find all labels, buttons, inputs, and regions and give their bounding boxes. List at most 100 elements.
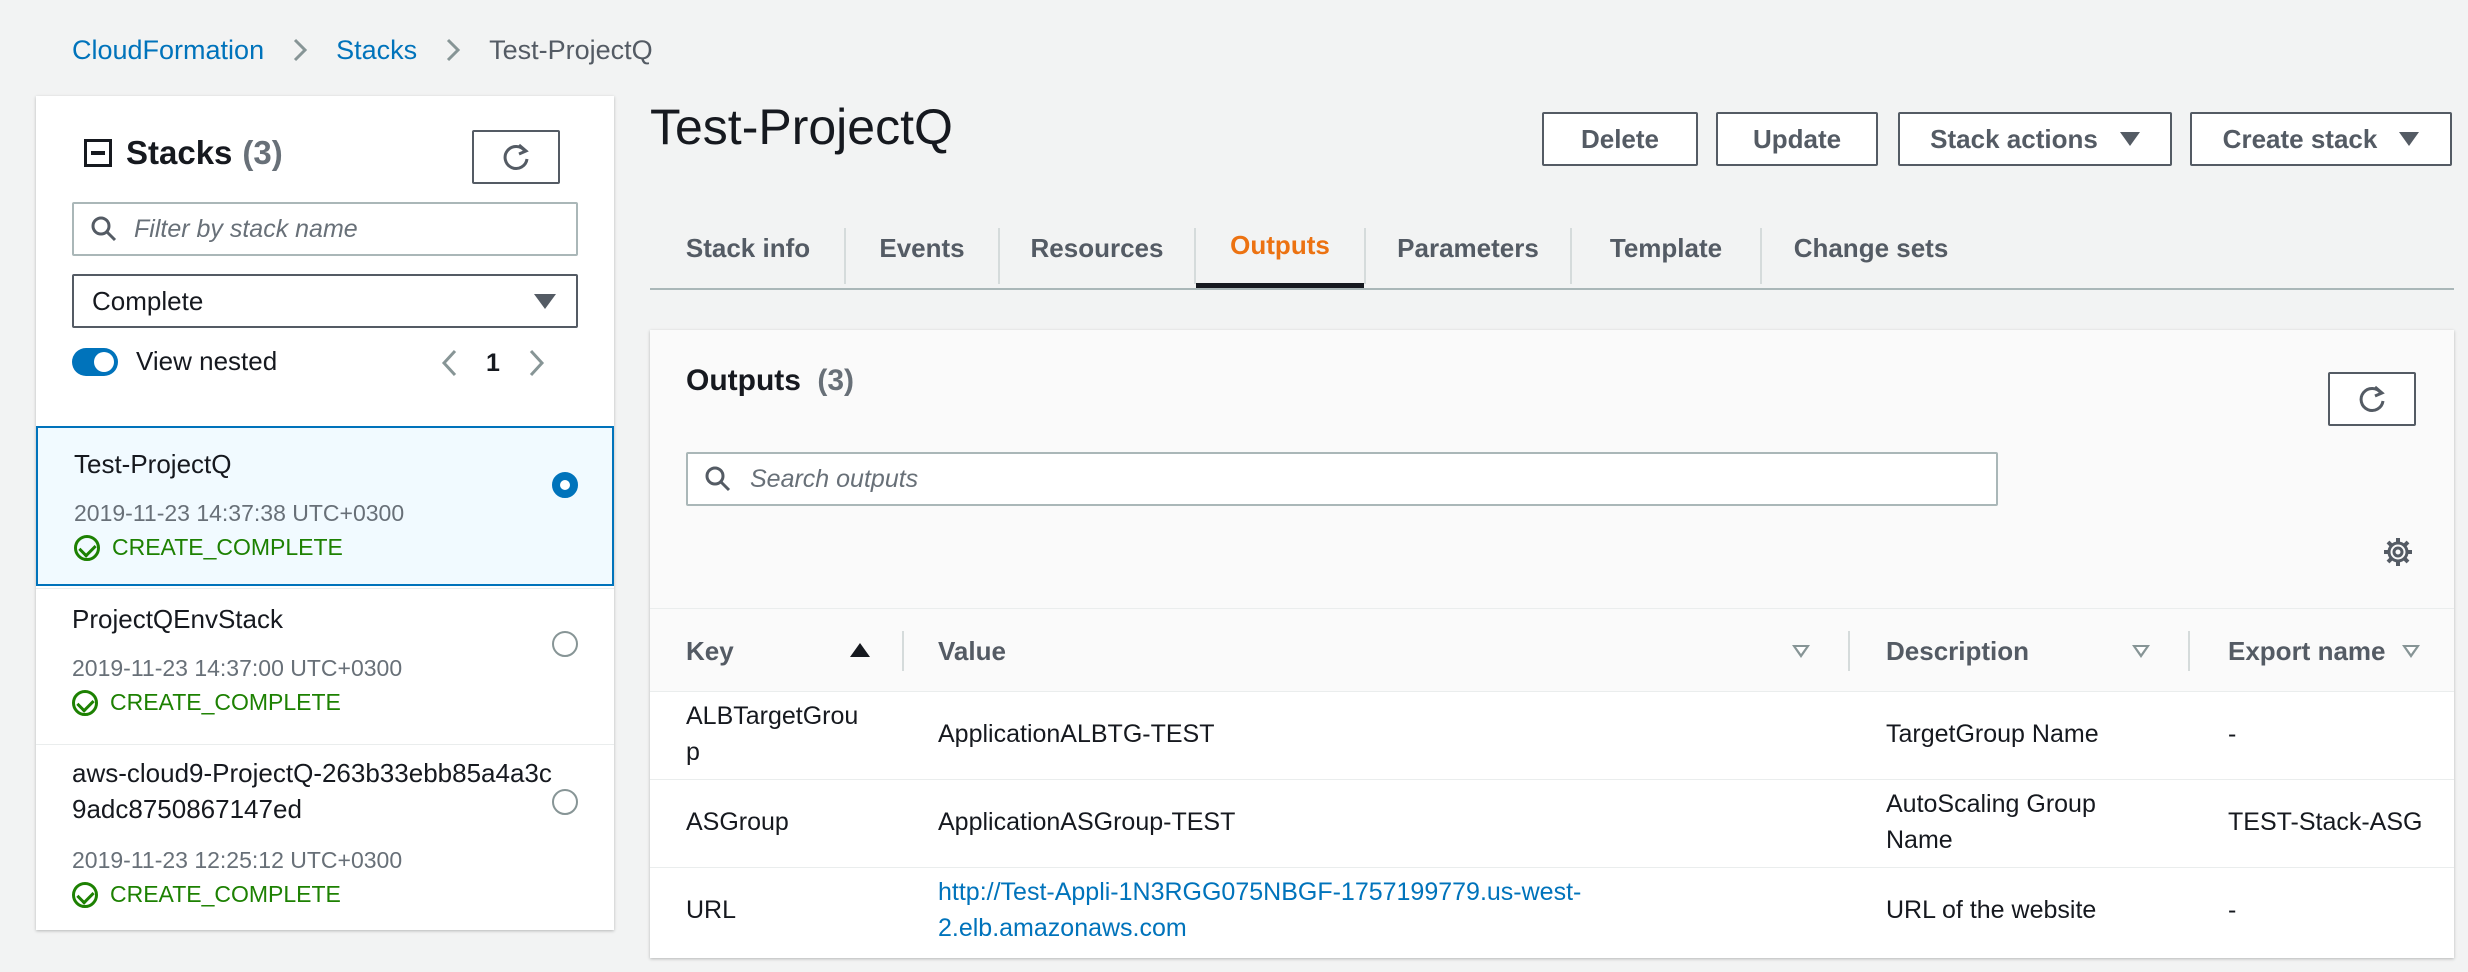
refresh-icon: [503, 143, 529, 170]
success-check-icon: [74, 534, 100, 561]
output-value: ApplicationASGroup-TEST: [938, 808, 1236, 836]
output-value-link[interactable]: http://Test-Appli-1N3RGG075NBGF-17571997…: [938, 874, 1581, 946]
output-export-name: -: [2228, 720, 2237, 748]
breadcrumb-cloudformation-link[interactable]: CloudFormation: [72, 35, 264, 66]
breadcrumb-stacks-link[interactable]: Stacks: [336, 35, 417, 66]
tab-resources[interactable]: Resources: [1000, 208, 1194, 288]
create-stack-button[interactable]: Create stack: [2190, 112, 2452, 166]
stack-actions-button[interactable]: Stack actions: [1898, 112, 2172, 166]
caret-down-icon: [2119, 132, 2140, 146]
output-value: ApplicationALBTG-TEST: [938, 720, 1215, 748]
output-key: URL: [686, 896, 737, 924]
update-button[interactable]: Update: [1716, 112, 1878, 166]
stack-name[interactable]: aws-cloud9-ProjectQ-263b33ebb85a4a3c9adc…: [72, 755, 562, 827]
stack-status-text: CREATE_COMPLETE: [110, 881, 341, 907]
output-key: ALBTargetGrou p: [686, 702, 859, 766]
outputs-refresh-button[interactable]: [2328, 372, 2416, 426]
sort-ascending-icon[interactable]: [850, 643, 870, 657]
success-check-icon: [72, 881, 98, 908]
sort-icon[interactable]: [2132, 645, 2150, 658]
caret-down-icon: [2399, 132, 2420, 146]
stack-status-text: CREATE_COMPLETE: [112, 534, 343, 560]
stack-list-item[interactable]: ProjectQEnvStack 2019-11-23 14:37:00 UTC…: [36, 588, 614, 744]
tab-stack-info[interactable]: Stack info: [650, 208, 846, 288]
stacks-count: (3): [242, 134, 283, 171]
stack-date: 2019-11-23 14:37:00 UTC+0300: [72, 655, 403, 681]
current-page[interactable]: 1: [486, 349, 500, 378]
tab-outputs[interactable]: Outputs: [1196, 208, 1364, 288]
stacks-panel-title: Stacks: [126, 134, 233, 171]
output-export-name: -: [2228, 896, 2237, 924]
tab-change-sets[interactable]: Change sets: [1762, 208, 1980, 288]
sort-icon[interactable]: [2402, 645, 2420, 658]
table-row: ASGroup ApplicationASGroup-TEST AutoScal…: [650, 780, 2454, 868]
outputs-title: Outputs (3): [686, 364, 854, 398]
page-title: Test-ProjectQ: [650, 99, 953, 155]
output-description: URL of the website: [1886, 896, 2097, 924]
tab-parameters[interactable]: Parameters: [1366, 208, 1570, 288]
stack-actions-label: Stack actions: [1930, 123, 2098, 154]
view-nested-toggle[interactable]: [72, 347, 118, 376]
chevron-left-icon[interactable]: [440, 348, 460, 378]
stacks-panel: Stacks (3) Filter by stack name Complete…: [36, 96, 614, 930]
breadcrumb-current: Test-ProjectQ: [489, 34, 653, 65]
outputs-search-placeholder: Search outputs: [750, 464, 919, 493]
output-key: ASGroup: [686, 808, 789, 836]
collapse-icon[interactable]: [84, 139, 112, 167]
outputs-table-header: Key Value Description Export name: [650, 608, 2454, 692]
success-check-icon: [72, 689, 98, 716]
column-divider: [1848, 631, 1850, 671]
outputs-title-text: Outputs: [686, 364, 801, 397]
stack-radio[interactable]: [552, 789, 578, 815]
table-row: ALBTargetGrou p ApplicationALBTG-TEST Ta…: [650, 692, 2454, 780]
chevron-right-icon: [443, 37, 463, 63]
create-stack-label: Create stack: [2222, 123, 2378, 154]
breadcrumb: CloudFormation Stacks Test-ProjectQ: [72, 30, 653, 70]
stack-status: CREATE_COMPLETE: [72, 881, 341, 908]
stack-name[interactable]: ProjectQEnvStack: [72, 601, 562, 637]
stack-filter-placeholder: Filter by stack name: [134, 214, 358, 243]
column-header-key[interactable]: Key: [686, 609, 734, 693]
stack-name[interactable]: Test-ProjectQ: [74, 446, 564, 482]
outputs-count: (3): [817, 364, 854, 397]
view-nested-label: View nested: [136, 346, 278, 376]
delete-button[interactable]: Delete: [1542, 112, 1698, 166]
gear-icon[interactable]: [2382, 536, 2414, 568]
caret-down-icon: [534, 294, 556, 309]
column-divider: [902, 631, 904, 671]
stack-radio[interactable]: [552, 472, 578, 498]
output-export-name: TEST-Stack-ASG: [2228, 808, 2423, 836]
chevron-right-icon: [290, 37, 310, 63]
chevron-right-icon[interactable]: [526, 348, 546, 378]
stacks-pagination: 1: [440, 348, 546, 378]
output-description: TargetGroup Name: [1886, 720, 2099, 748]
stack-date: 2019-11-23 14:37:38 UTC+0300: [74, 500, 405, 526]
search-icon: [705, 466, 731, 492]
stack-radio[interactable]: [552, 631, 578, 657]
status-filter-select[interactable]: Complete: [72, 274, 578, 328]
stack-filter-input[interactable]: Filter by stack name: [72, 202, 578, 256]
status-filter-value: Complete: [92, 285, 204, 316]
column-header-export-name[interactable]: Export name: [2228, 609, 2386, 693]
sort-icon[interactable]: [1792, 645, 1810, 658]
stack-tabs: Stack info Events Resources Outputs Para…: [650, 208, 2454, 290]
output-description: AutoScaling Group Name: [1886, 790, 2096, 854]
stack-list-item[interactable]: aws-cloud9-ProjectQ-263b33ebb85a4a3c9adc…: [36, 744, 614, 930]
stack-date: 2019-11-23 12:25:12 UTC+0300: [72, 847, 403, 873]
stack-status: CREATE_COMPLETE: [74, 534, 343, 561]
column-divider: [2188, 631, 2190, 671]
refresh-icon: [2359, 385, 2385, 412]
stack-status: CREATE_COMPLETE: [72, 689, 341, 716]
column-header-description[interactable]: Description: [1886, 609, 2029, 693]
stacks-refresh-button[interactable]: [472, 130, 560, 184]
view-nested-row: View nested: [72, 346, 277, 377]
outputs-panel: Outputs (3) Search outputs Key Value Des…: [650, 330, 2454, 958]
table-row: URL http://Test-Appli-1N3RGG075NBGF-1757…: [650, 868, 2454, 956]
stack-list-item[interactable]: Test-ProjectQ 2019-11-23 14:37:38 UTC+03…: [36, 426, 614, 586]
column-header-value[interactable]: Value: [938, 609, 1006, 693]
search-icon: [91, 216, 117, 242]
outputs-search-input[interactable]: Search outputs: [686, 452, 1998, 506]
tab-events[interactable]: Events: [846, 208, 998, 288]
stacks-panel-header: Stacks (3): [84, 134, 283, 172]
tab-template[interactable]: Template: [1572, 208, 1760, 288]
